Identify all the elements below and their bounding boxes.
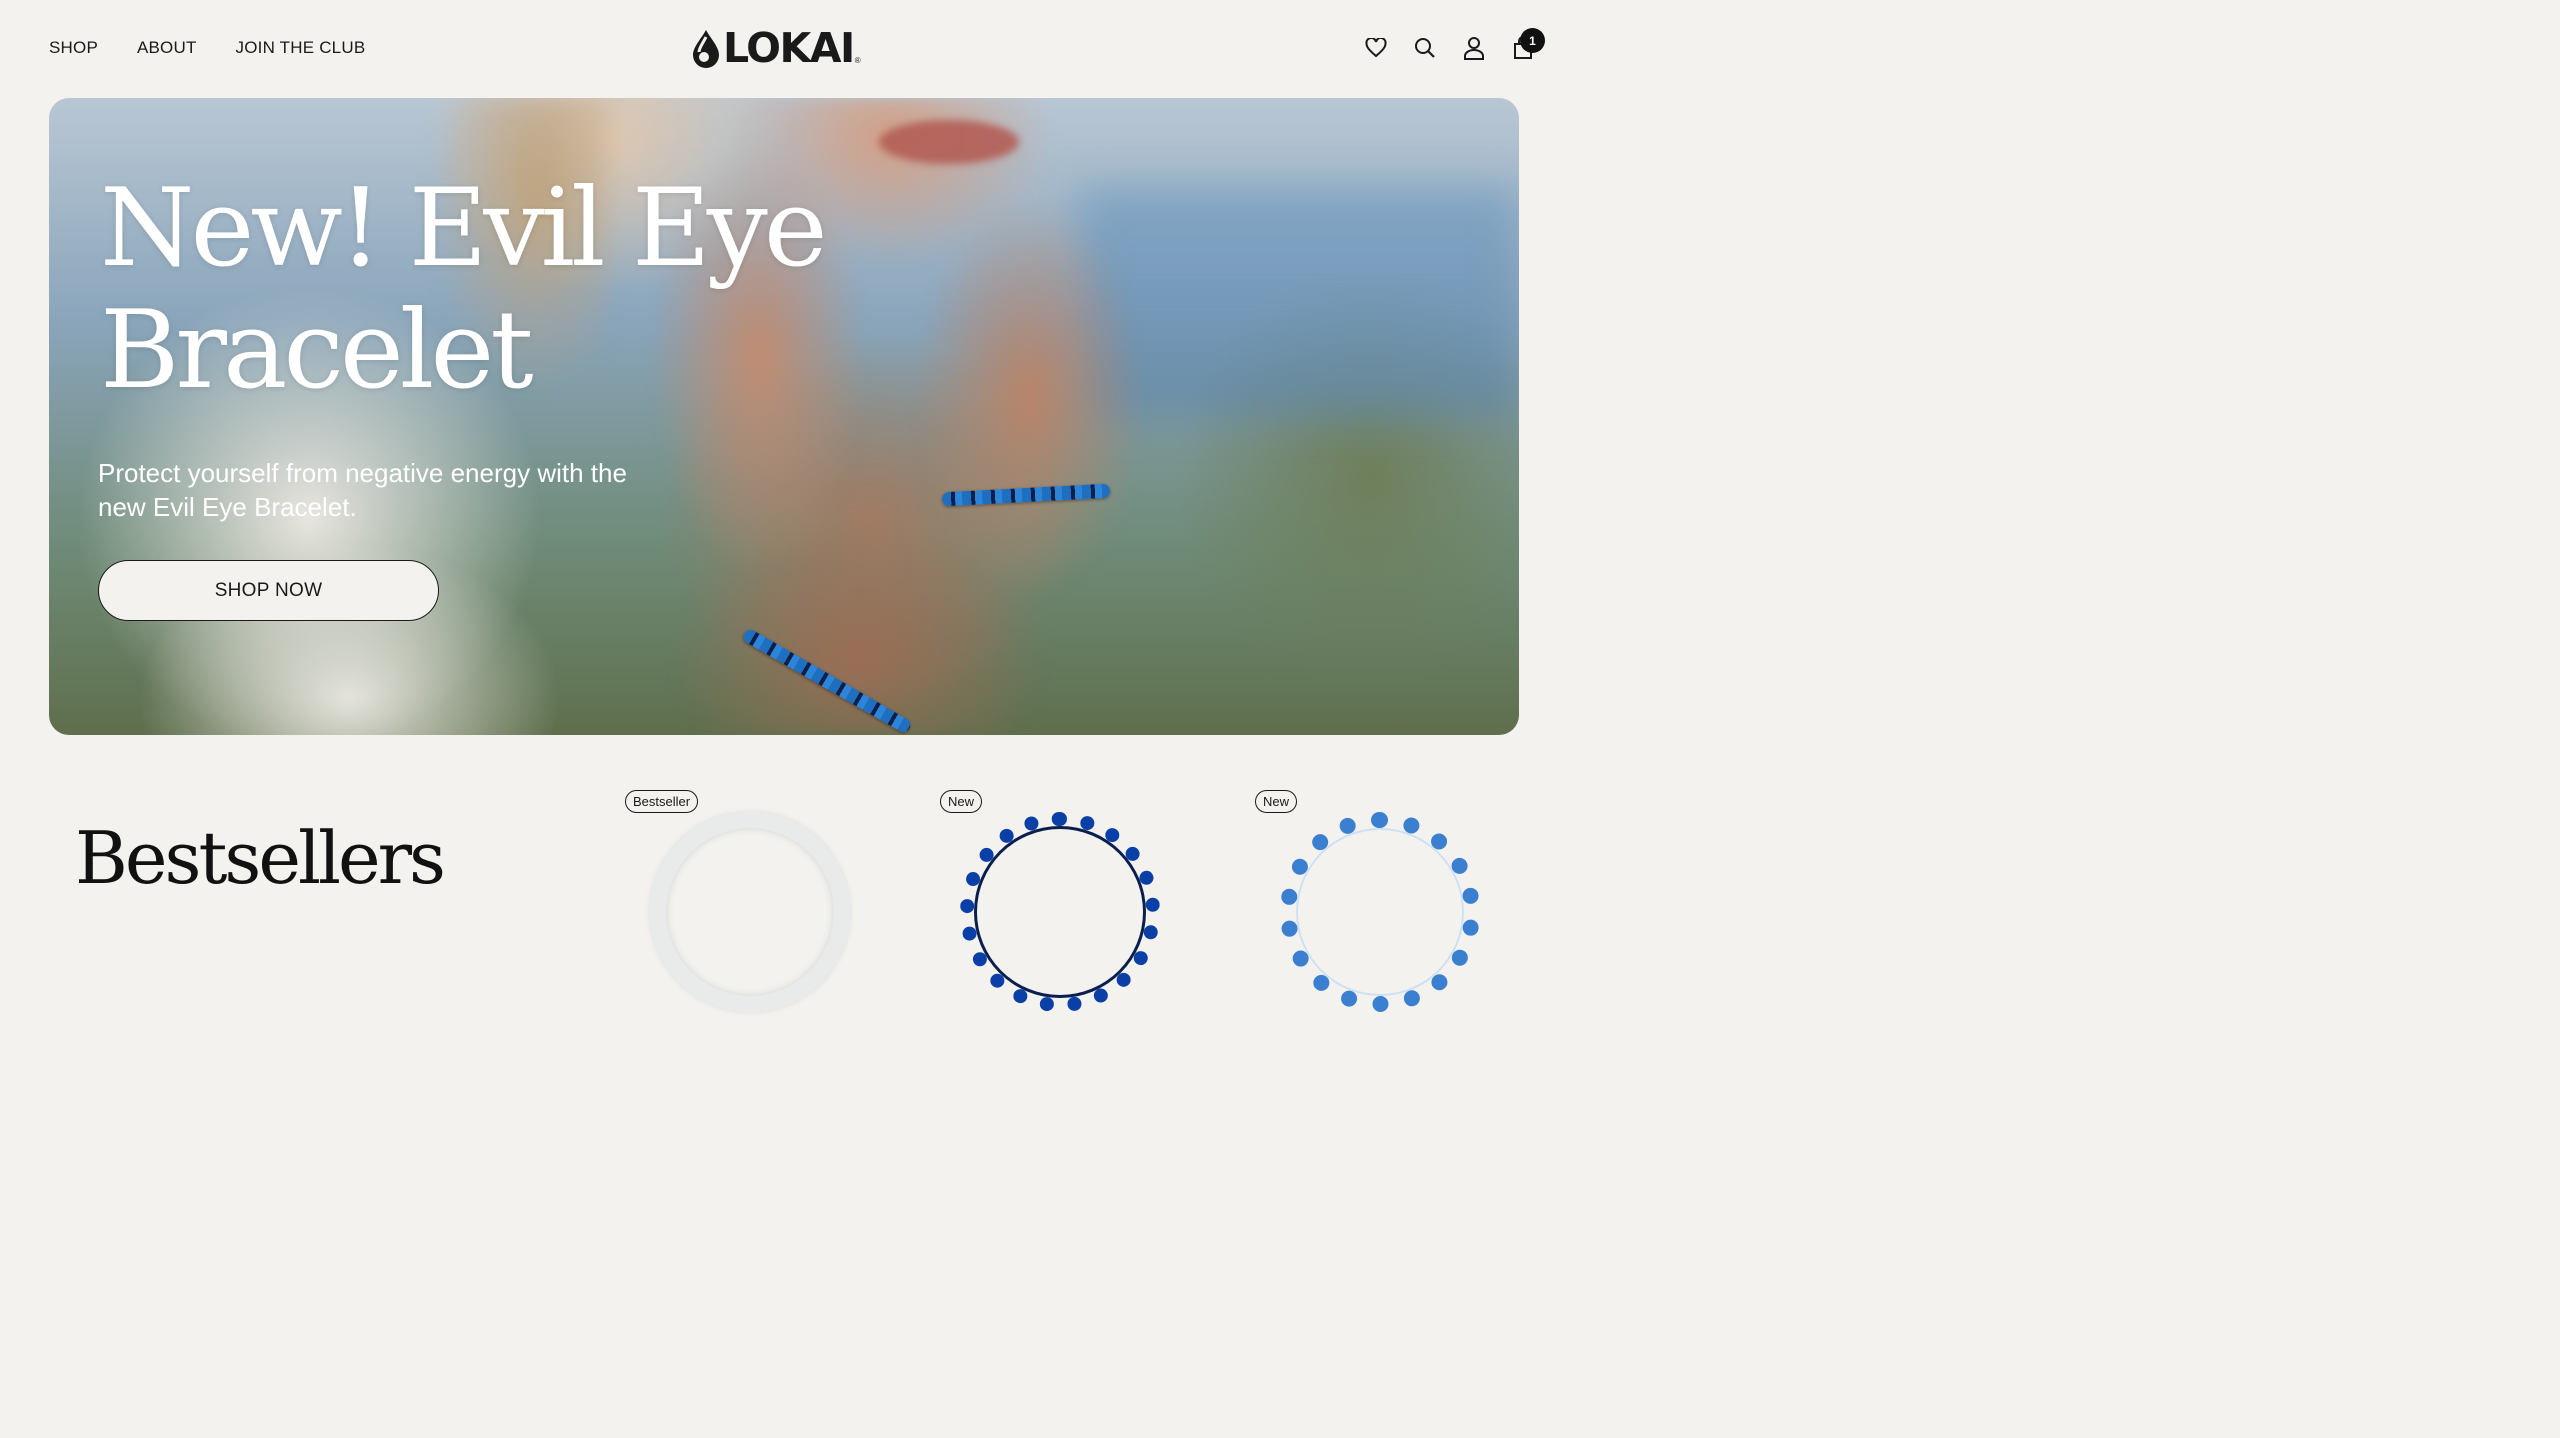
hero-image-detail xyxy=(879,120,1019,164)
cart-count-badge: 1 xyxy=(1520,28,1545,53)
hero-subtitle: Protect yourself from negative energy wi… xyxy=(98,458,627,522)
brand-logo[interactable]: LOKAI ® xyxy=(691,28,861,69)
evil-eye-bracelet-image xyxy=(960,812,1160,1012)
registered-mark: ® xyxy=(854,56,861,65)
user-icon xyxy=(1464,37,1484,60)
nav-join-the-club[interactable]: JOIN THE CLUB xyxy=(236,38,366,58)
wishlist-button[interactable] xyxy=(1364,34,1388,62)
lokai-drop-icon xyxy=(693,29,719,68)
header-icons: 1 xyxy=(1364,28,1545,62)
hero-title-line-2: Bracelet xyxy=(100,288,534,413)
product-card[interactable]: New xyxy=(940,790,1220,1012)
hero-banner[interactable]: New! Evil Eye Bracelet Protect yourself … xyxy=(49,98,1519,735)
nav-about[interactable]: ABOUT xyxy=(137,38,197,58)
shop-now-button[interactable]: SHOP NOW xyxy=(98,560,439,621)
hero-title-line-1: New! Evil Eye xyxy=(100,166,828,291)
heart-icon xyxy=(1365,38,1387,58)
evil-eye-bracelet-image xyxy=(1280,812,1480,1012)
clear-bracelet-image xyxy=(650,812,850,1012)
search-icon xyxy=(1415,38,1435,58)
product-card[interactable]: Bestseller xyxy=(625,790,905,1012)
nav-shop[interactable]: SHOP xyxy=(49,38,98,58)
search-button[interactable] xyxy=(1413,34,1437,62)
hero-title: New! Evil Eye Bracelet xyxy=(100,166,828,413)
product-badge: New xyxy=(1255,790,1298,813)
cart-button[interactable]: 1 xyxy=(1511,28,1545,62)
product-badge: New xyxy=(940,790,983,813)
account-button[interactable] xyxy=(1462,34,1486,62)
product-card[interactable]: New xyxy=(1255,790,1535,1012)
logo-text: LOKAI xyxy=(723,24,855,72)
main-nav: SHOP ABOUT JOIN THE CLUB xyxy=(49,38,365,58)
product-badge: Bestseller xyxy=(625,790,699,813)
bestsellers-title: Bestsellers xyxy=(75,816,446,900)
